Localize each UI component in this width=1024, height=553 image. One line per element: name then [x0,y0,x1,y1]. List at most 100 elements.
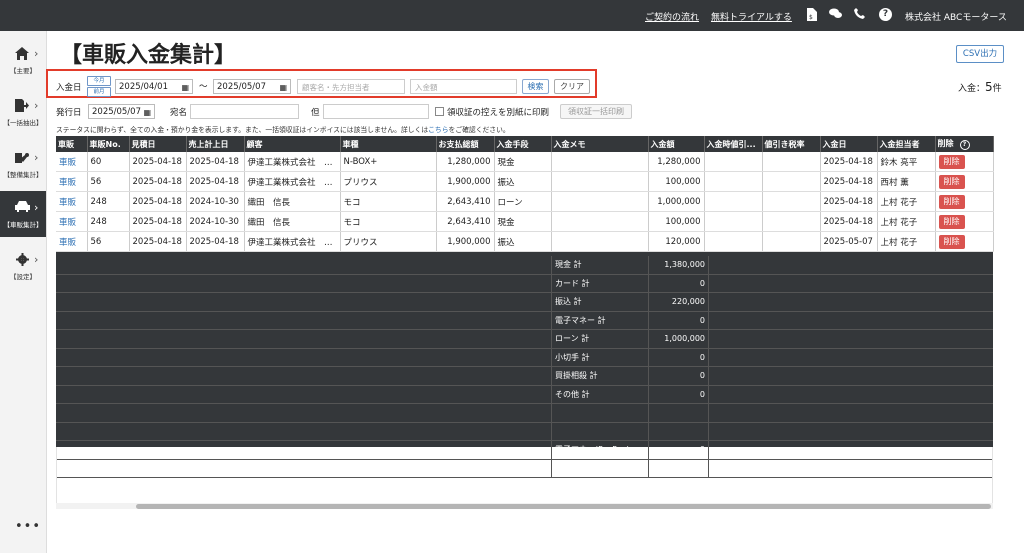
csv-export-button[interactable]: CSV出力 [956,45,1004,63]
column-header: 車種 [340,136,437,152]
summary-label: 小切手 計 [551,348,649,366]
export-icon [14,99,30,113]
cell-type[interactable]: 車販 [56,211,88,232]
delete-button[interactable]: 削除 [938,174,965,189]
column-header-label: 削除 [937,139,954,148]
cell-total: 1,280,000 [436,152,495,172]
this-month-button[interactable]: 今月 [87,76,111,86]
horizontal-scrollbar[interactable] [56,503,993,509]
sidebar-item-main[interactable]: › 【主要】 [0,37,46,83]
cell-paid: 2025-04-18 [820,171,878,192]
delete-button[interactable]: 削除 [938,214,965,229]
car-icon [14,201,30,215]
cell-total: 2,643,410 [436,191,495,212]
sidebar-item-car-sales[interactable]: › 【車販集計】 [0,191,46,237]
print-copy-checkbox[interactable] [435,107,444,116]
addressee-input[interactable] [190,104,299,119]
more-icon[interactable]: ••• [15,519,41,534]
help-icon[interactable]: ? [959,140,970,150]
sidebar-item-bulk-export[interactable]: › 【一括抽出】 [0,89,46,135]
help-icon[interactable]: ? [879,8,892,21]
sidebar-item-label: 【主要】 [10,67,36,75]
wrench-icon [14,151,30,165]
cell-total: 1,900,000 [436,231,495,252]
car-sale-link[interactable]: 車販 [59,158,76,168]
amount-search-input[interactable]: 入金額 [410,79,517,94]
date-from-input[interactable]: 2025/04/01 ▦ [115,79,193,94]
summary-value: 0 [648,274,709,292]
summary-row [56,404,993,423]
cell-sales: 2025-04-18 [186,152,245,172]
column-header-label: 入金メモ [553,139,586,149]
sidebar-item-label: 【車販集計】 [3,221,43,229]
proviso-input[interactable] [323,104,429,119]
cell-discount [704,191,763,212]
cell-customer: 伊達工業株式会社 … [244,152,341,172]
column-header: 入金メモ [551,136,649,152]
delete-button[interactable]: 削除 [938,194,965,209]
cell-staff: 上村 花子 [877,231,936,252]
summary-row: その他 計0 [56,385,993,404]
column-header-label: 入金日 [822,139,847,149]
table-row: 車販 56 2025-04-18 2025-04-18 伊達工業株式会社 … プリウス 1,… [56,231,994,252]
cell-type[interactable]: 車販 [56,152,88,172]
phone-icon[interactable] [853,8,866,21]
sidebar-item-label: 【整備集計】 [3,171,43,179]
summary-row: 小切手 計0 [56,348,993,367]
cell-model: プリウス [340,171,437,192]
summary-row: 振込 計 220,000 [56,293,993,312]
clear-button[interactable]: クリア [554,79,590,94]
payment-table: 車販 車販No. 見積日 売上計上日 顧客 車種 お支払総額 入金手段 入金メモ 入金額 入金時値引… [56,136,994,252]
column-header-label: 売上計上日 [188,139,229,149]
company-name: 株式会社 ABCモータース [905,13,1007,23]
car-sale-link[interactable]: 車販 [59,178,76,188]
column-header-label: 値引き税率 [764,139,805,149]
delete-button[interactable]: 削除 [938,154,965,169]
free-trial-link[interactable]: 無料トライアルする [711,10,792,23]
count-unit: 件 [992,84,1002,94]
cell-memo [551,231,649,252]
last-month-button[interactable]: 前月 [87,87,111,97]
bulk-receipt-print-button[interactable]: 領収証一括印刷 [560,104,632,119]
customer-search-input[interactable]: 顧客名・先方担当者 [297,79,405,94]
delete-button[interactable]: 削除 [938,234,965,249]
scrollbar-thumb[interactable] [136,504,991,509]
addressee-label: 宛名 [170,108,188,118]
cell-tax [762,231,821,252]
cell-no: 60 [87,152,130,172]
document-yen-icon[interactable]: $ [805,8,818,21]
cell-amount: 1,000,000 [648,191,705,212]
column-header: 値引き税率 [762,136,821,152]
cell-type[interactable]: 車販 [56,171,88,192]
cell-customer: 織田 信長 [244,191,341,212]
page-title: 【車販入金集計】 [60,43,237,68]
issue-date-input[interactable]: 2025/05/07 ▦ [88,104,155,119]
contract-flow-link[interactable]: ご契約の流れ [645,10,699,23]
search-button[interactable]: 検索 [522,79,549,94]
car-sale-link[interactable]: 車販 [59,238,76,248]
sidebar-item-maintenance[interactable]: › 【整備集計】 [0,141,46,187]
cell-type[interactable]: 車販 [56,191,88,212]
date-to-input[interactable]: 2025/05/07 ▦ [213,79,291,94]
chevron-right-icon: › [34,201,39,214]
column-header: 入金額 [648,136,705,152]
chat-icon[interactable] [829,8,842,21]
cell-paid: 2025-05-07 [820,231,878,252]
cell-method: 振込 [494,171,552,192]
proviso-label: 但 [311,108,320,118]
summary-row: 電子マネー 計0 [56,311,993,330]
home-icon [14,47,30,61]
car-sale-link[interactable]: 車販 [59,198,76,208]
cell-method: 現金 [494,152,552,172]
cell-model: モコ [340,211,437,232]
car-sale-link[interactable]: 車販 [59,218,76,228]
cell-staff: 上村 花子 [877,211,936,232]
sidebar-item-label: 【設定】 [10,273,36,281]
cell-type[interactable]: 車販 [56,231,88,252]
table-body: 車販 60 2025-04-18 2025-04-18 伊達工業株式会社 … N-BOX+… [56,152,994,252]
cell-model: プリウス [340,231,437,252]
payment-grid: 車販 車販No. 見積日 売上計上日 顧客 車種 お支払総額 入金手段 入金メモ 入金額 入金時値引… [56,136,994,478]
cell-sales: 2025-04-18 [186,171,245,192]
notice-link[interactable]: こちら [428,126,448,134]
sidebar-item-settings[interactable]: › 【設定】 [0,243,46,289]
